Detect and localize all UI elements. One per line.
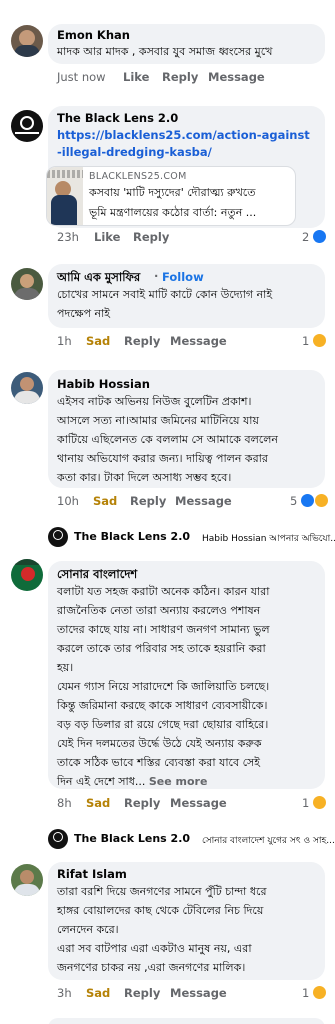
- follow-button[interactable]: Follow: [162, 270, 204, 284]
- avatar[interactable]: [11, 559, 43, 591]
- message-button[interactable]: Message: [170, 334, 227, 348]
- avatar[interactable]: [11, 268, 43, 300]
- see-more-link[interactable]: See more: [149, 775, 208, 788]
- comment-sonar-bangladesh: সোনার বাংলাদেশ বলাটা যত সহজ করাটা অনেক ক…: [0, 555, 335, 825]
- comment-text-line: জনগণের চাকর নয় ,এরা জনগণের মালিক।: [57, 961, 246, 974]
- reply-author: The Black Lens 2.0: [74, 530, 191, 543]
- reaction-count: 1: [302, 334, 310, 348]
- preview-domain: BLACKLENS25.COM: [89, 171, 187, 182]
- sad-reaction-label[interactable]: Sad: [86, 986, 110, 1000]
- comment-text-line: কিন্তু জরিমানা করছে কাকে সাধারণ ব্যেবসায…: [57, 699, 268, 712]
- blacklens-logo-icon[interactable]: [11, 110, 43, 142]
- comment-author[interactable]: The Black Lens 2.0: [57, 111, 178, 125]
- comment-text-line: মাদক আর মাদক , কসবার যুব সমাজ ধ্বংসের মু…: [57, 45, 273, 58]
- comment-author[interactable]: Emon Khan: [57, 28, 130, 42]
- reaction-summary[interactable]: 1: [302, 796, 326, 810]
- comment-text-line: কতা কার। টাকা দিলে অসাধ্য সম্ভব হবে।: [57, 471, 232, 484]
- message-button[interactable]: Message: [170, 796, 227, 810]
- blacklens-logo-icon: [48, 829, 68, 849]
- comment-time: 3h: [57, 986, 72, 1000]
- sad-reaction-icon: [312, 796, 326, 809]
- comment-time: 1h: [57, 334, 72, 348]
- comment-text-line: আসলে সত্য না।আমার জমিনের মাটিনিয়ে যায়: [57, 414, 259, 427]
- truncated-text: দিন এই দেশে সাধ...: [57, 775, 146, 788]
- reply-button[interactable]: Reply: [124, 334, 160, 348]
- comment-text-line: যেমন গ্যাস নিয়ে সারাদেশে কি জালিয়াতি চ…: [57, 680, 270, 693]
- reply-preview-text: Habib Hossian আপনার অভিযো...: [202, 534, 335, 544]
- comment-time: Just now: [57, 70, 106, 84]
- reply-preview-row[interactable]: The Black Lens 2.0 Habib Hossian আপনার অ…: [48, 526, 335, 550]
- separator-dot: ·: [154, 269, 159, 283]
- comment-text-line: কাটিয়ে এছিলেনত কে বললাম সে আমাকে বললেন: [57, 433, 278, 446]
- comment-habib-hossian: Habib Hossian এইসব নাটক অভিনয় নিউজ বুলে…: [0, 360, 335, 520]
- comment-text-line: এইসব নাটক অভিনয় নিউজ বুলেটিন প্রকাশ।: [57, 395, 252, 408]
- preview-thumbnail: [47, 167, 83, 225]
- like-reaction-icon: [300, 494, 314, 507]
- comment-black-lens: The Black Lens 2.0 https://blacklens25.c…: [0, 100, 335, 250]
- message-button[interactable]: Message: [170, 986, 227, 1000]
- comment-time: 8h: [57, 796, 72, 810]
- reaction-count: 1: [302, 986, 310, 1000]
- comment-text-line: যেই দিন দলমতের উর্দ্ধে উঠে যেই অন্যায় ক…: [57, 737, 262, 750]
- like-button[interactable]: Like: [94, 230, 120, 244]
- comment-text-line: তাদের কাছে যায় না। সাধারণ জনগণ সামান্য …: [57, 623, 270, 636]
- reaction-summary[interactable]: 1: [302, 986, 326, 1000]
- reaction-count: 5: [290, 494, 298, 508]
- sad-reaction-label[interactable]: Sad: [93, 494, 117, 508]
- reaction-summary[interactable]: 2: [302, 230, 326, 244]
- comment-text-line: দিন এই দেশে সাধ... See more: [57, 772, 207, 791]
- comment-author[interactable]: Habib Hossian: [57, 377, 150, 391]
- comment-text-line: লেনদেন করে।: [57, 923, 119, 936]
- message-button[interactable]: Message: [208, 70, 265, 84]
- comment-text-line: হয়।: [57, 661, 74, 674]
- comment-text-line: পদক্ষেপ নাই: [57, 307, 111, 320]
- comment-text-line: তারা বরশি দিয়ে জনগণের সামনে পুঁটি চান্দ…: [57, 885, 267, 898]
- comment-text-line: তাকে সঠিক ভাবে শস্তির ব্যেবস্তা করা যাবে…: [57, 756, 261, 769]
- reply-button[interactable]: Reply: [133, 230, 169, 244]
- comment-musafir: আমি এক মুসাফির · Follow চোখের সামনে সবাই…: [0, 250, 335, 360]
- message-button[interactable]: Message: [175, 494, 232, 508]
- avatar[interactable]: [11, 864, 43, 896]
- reply-author: The Black Lens 2.0: [74, 832, 191, 845]
- sad-reaction-icon: [312, 986, 326, 999]
- reply-button[interactable]: Reply: [124, 796, 160, 810]
- preview-title-line: ভূমি মন্ত্রণালয়ের কঠোর বার্তা: নতুন ...: [89, 206, 257, 219]
- reply-button[interactable]: Reply: [130, 494, 166, 508]
- comment-text-line: এরা সব বাটপার এরা একটাও মানুষ নয়, এরা: [57, 942, 252, 955]
- comment-bubble-partial: [48, 1018, 325, 1024]
- comment-text-line: হাঙ্গর বোয়ালদের কাছ থেকে টেবিলের নিচ দি…: [57, 904, 264, 917]
- reaction-summary[interactable]: 1: [302, 334, 326, 348]
- sad-reaction-icon: [314, 494, 328, 507]
- reaction-summary[interactable]: 5: [290, 494, 328, 508]
- sad-reaction-icon: [312, 334, 326, 347]
- avatar[interactable]: [11, 25, 43, 57]
- comment-text-line: করলে তাকে তার পরিবার সহ তাকে হয়রানি করা: [57, 642, 266, 655]
- reply-button[interactable]: Reply: [162, 70, 198, 84]
- like-button[interactable]: Like: [123, 70, 149, 84]
- comment-text-line: থানায় অভিযোগ করার জন্য। দায়িত্ব পালন ক…: [57, 452, 268, 465]
- avatar[interactable]: [11, 372, 43, 404]
- reply-preview-row[interactable]: The Black Lens 2.0 সোনার বাংলাদেশ যুগের …: [48, 828, 335, 852]
- comment-text-line: বলাটা যত সহজ করাটা অনেক কঠিন। কারন যারা: [57, 585, 270, 598]
- comment-time: 10h: [57, 494, 79, 508]
- reaction-count: 2: [302, 230, 310, 244]
- link-preview-card[interactable]: BLACKLENS25.COM কসবায় 'মাটি দস্যুদের' দ…: [46, 166, 296, 226]
- comment-rifat-islam: Rifat Islam তারা বরশি দিয়ে জনগণের সামনে…: [0, 856, 335, 1006]
- comment-author[interactable]: Rifat Islam: [57, 867, 127, 881]
- blacklens-logo-icon: [48, 527, 68, 547]
- comment-text-line: বড় বড় ডিলার রা রয়ে গেছে দরা ছোয়ার বা…: [57, 718, 269, 731]
- comment-text-line: রাজনৈতিক নেতা তারা অন্যায় করলেও পশাষন: [57, 604, 261, 617]
- comment-link-line[interactable]: -illegal-dredging-kasba/: [57, 143, 212, 162]
- sad-reaction-label[interactable]: Sad: [86, 334, 110, 348]
- reply-button[interactable]: Reply: [124, 986, 160, 1000]
- reply-preview-text: সোনার বাংলাদেশ যুগের সৎ ও সাহ...: [202, 836, 335, 846]
- reaction-count: 1: [302, 796, 310, 810]
- sad-reaction-label[interactable]: Sad: [86, 796, 110, 810]
- preview-title-line: কসবায় 'মাটি দস্যুদের' দৌরাত্ম্য রুখতে: [89, 186, 256, 199]
- comment-text-line: চোখের সামনে সবাই মাটি কাটে কোন উদ্যোগ না…: [57, 288, 273, 301]
- comment-time: 23h: [57, 230, 79, 244]
- comment-emon-khan: Emon Khan মাদক আর মাদক , কসবার যুব সমাজ …: [0, 0, 335, 100]
- like-reaction-icon: [312, 230, 326, 243]
